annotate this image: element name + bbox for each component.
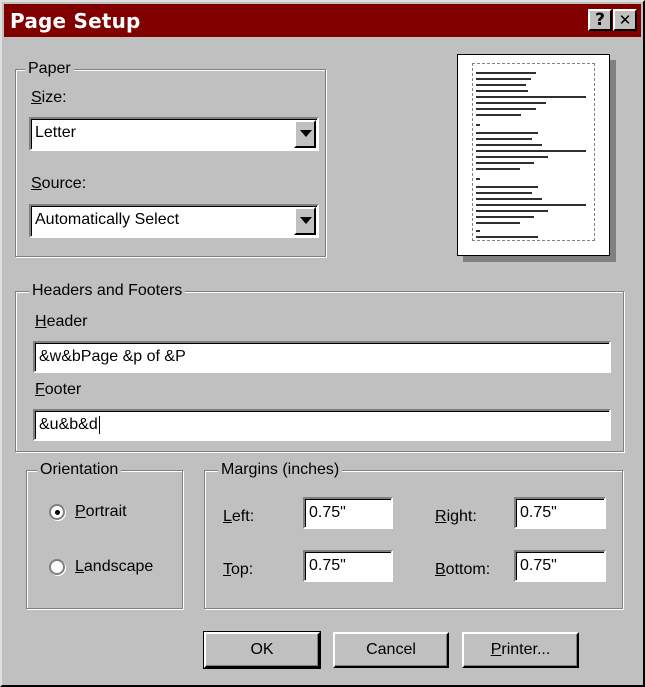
left-margin-label: Left: bbox=[223, 508, 255, 525]
bottom-margin-input[interactable]: 0.75" bbox=[514, 550, 606, 582]
margins-group: Margins (inches) bbox=[204, 460, 623, 609]
close-icon[interactable]: ✕ bbox=[613, 9, 637, 31]
orientation-legend: Orientation bbox=[37, 460, 122, 480]
preview-text-line bbox=[476, 156, 548, 158]
footer-input[interactable]: &u&b&d bbox=[33, 409, 611, 441]
preview-text-line bbox=[476, 144, 542, 146]
preview-text-line bbox=[476, 84, 526, 86]
preview-text-line bbox=[476, 150, 586, 152]
footer-label: Footer bbox=[35, 381, 82, 398]
portrait-radio[interactable] bbox=[49, 504, 65, 520]
bottom-margin-label: Bottom: bbox=[435, 561, 491, 578]
margins-legend: Margins (inches) bbox=[218, 460, 343, 480]
printer-button[interactable]: Printer... bbox=[462, 632, 579, 668]
header-value: &w&bPage &p of &P bbox=[39, 348, 186, 365]
preview-text-line bbox=[476, 178, 480, 180]
preview-text-line bbox=[476, 204, 586, 206]
right-margin-label: Right: bbox=[435, 508, 477, 525]
top-margin-input[interactable]: 0.75" bbox=[303, 550, 393, 582]
preview-text-line bbox=[476, 236, 538, 238]
preview-text-line bbox=[476, 90, 528, 92]
size-dropdown-arrow-icon[interactable] bbox=[294, 120, 316, 148]
page-preview bbox=[457, 54, 610, 256]
footer-value: &u&b&d bbox=[39, 416, 98, 433]
paper-legend: Paper bbox=[25, 59, 74, 79]
landscape-label[interactable]: Landscape bbox=[75, 557, 153, 577]
preview-text-line bbox=[476, 124, 480, 126]
text-caret bbox=[98, 415, 100, 434]
help-icon[interactable]: ? bbox=[588, 9, 612, 31]
source-dropdown-arrow-icon[interactable] bbox=[294, 207, 316, 235]
cancel-button[interactable]: Cancel bbox=[333, 632, 449, 668]
right-margin-value: 0.75" bbox=[520, 504, 557, 521]
bottom-margin-value: 0.75" bbox=[520, 557, 557, 574]
portrait-label[interactable]: Portrait bbox=[75, 502, 127, 522]
header-input[interactable]: &w&bPage &p of &P bbox=[33, 341, 611, 373]
left-margin-value: 0.75" bbox=[309, 504, 346, 521]
preview-text-line bbox=[476, 230, 480, 232]
preview-text-line bbox=[476, 114, 521, 116]
preview-text-line bbox=[476, 138, 532, 140]
size-dropdown[interactable]: Letter bbox=[29, 117, 319, 151]
preview-text-line bbox=[476, 168, 520, 170]
top-margin-label: Top: bbox=[223, 561, 254, 578]
size-value: Letter bbox=[35, 124, 76, 141]
right-margin-input[interactable]: 0.75" bbox=[514, 497, 606, 529]
preview-text-line bbox=[476, 186, 538, 188]
preview-text-line bbox=[476, 216, 534, 218]
preview-text-line bbox=[476, 210, 548, 212]
ok-button[interactable]: OK bbox=[203, 631, 321, 669]
page-setup-dialog: Page Setup ? ✕ Paper Size: Letter Source… bbox=[0, 0, 645, 687]
source-value: Automatically Select bbox=[35, 211, 180, 228]
window-title: Page Setup bbox=[10, 9, 141, 33]
preview-text-line bbox=[476, 108, 536, 110]
preview-text-line bbox=[476, 198, 542, 200]
preview-text-line bbox=[476, 222, 520, 224]
size-label: Size: bbox=[31, 89, 67, 106]
preview-text-line bbox=[476, 72, 536, 74]
preview-text-line bbox=[476, 102, 546, 104]
top-margin-value: 0.75" bbox=[309, 557, 346, 574]
source-label: Source: bbox=[31, 175, 87, 192]
size-label-rest: ize: bbox=[41, 89, 67, 106]
source-dropdown[interactable]: Automatically Select bbox=[29, 204, 319, 238]
title-bar[interactable]: Page Setup ? ✕ bbox=[4, 4, 641, 37]
footer-value-wrap: &u&b&d bbox=[39, 415, 100, 435]
orientation-group: Orientation bbox=[26, 460, 183, 609]
preview-text-line bbox=[476, 96, 586, 98]
preview-text-line bbox=[476, 132, 538, 134]
headers-footers-legend: Headers and Footers bbox=[29, 281, 186, 301]
preview-text-line bbox=[476, 192, 532, 194]
left-margin-input[interactable]: 0.75" bbox=[303, 497, 393, 529]
header-label: Header bbox=[35, 313, 88, 330]
landscape-radio[interactable] bbox=[49, 559, 65, 575]
preview-text-line bbox=[476, 162, 534, 164]
preview-text-line bbox=[476, 78, 531, 80]
